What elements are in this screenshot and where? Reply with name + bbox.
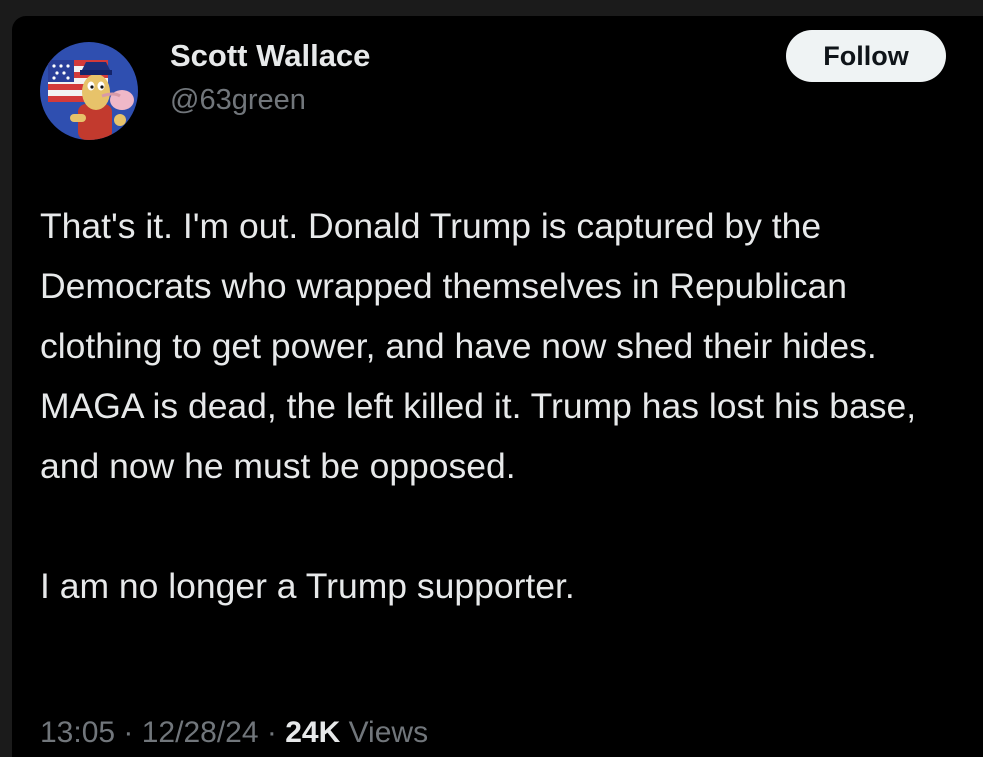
views-label: Views [340, 716, 429, 749]
tweet-paragraph: I am no longer a Trump supporter. [40, 566, 575, 606]
tweet-date[interactable]: 12/28/24 [142, 716, 259, 749]
separator-dot: · [258, 716, 286, 749]
tweet-text: That's it. I'm out. Donald Trump is capt… [40, 196, 960, 616]
views-count: 24K [285, 716, 341, 749]
author-handle[interactable]: @63green [170, 84, 306, 117]
tweet-card: Scott Wallace @63green Follow That's it.… [12, 16, 983, 757]
follow-button[interactable]: Follow [786, 30, 946, 82]
avatar[interactable] [40, 42, 138, 140]
tweet-meta: 13:05 · 12/28/24 · 24K Views [40, 716, 428, 750]
separator-dot: · [115, 716, 142, 749]
tweet-time[interactable]: 13:05 [40, 716, 115, 749]
author-name[interactable]: Scott Wallace [170, 38, 370, 74]
tweet-paragraph: That's it. I'm out. Donald Trump is capt… [40, 206, 917, 486]
cartoon-character-avatar-icon [40, 42, 138, 140]
